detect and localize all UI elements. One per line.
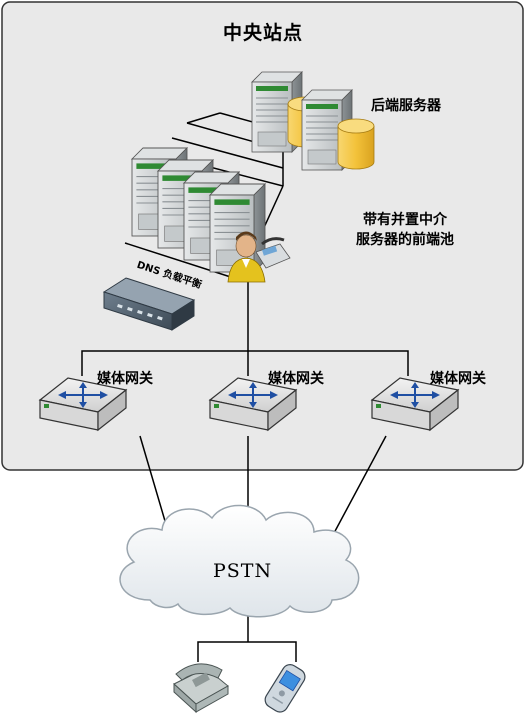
central-site-title: 中央站点 <box>222 22 303 44</box>
backend-servers-label: 后端服务器 <box>371 98 441 114</box>
pstn-label: PSTN <box>213 560 273 582</box>
frontend-pool-label-line2: 服务器的前端池 <box>356 232 454 248</box>
topology-diagram <box>1 1 524 714</box>
frontend-pool-label-line1: 带有并置中介 <box>363 212 447 228</box>
mobile-phone-icon <box>264 664 306 713</box>
telephone-icon <box>173 663 229 714</box>
media-gateway-label-center: 媒体网关 <box>268 371 324 387</box>
media-gateway-label-right: 媒体网关 <box>430 371 486 387</box>
frontend-pool-label: 带有并置中介 服务器的前端池 <box>340 210 470 250</box>
media-gateway-label-left: 媒体网关 <box>97 371 153 387</box>
